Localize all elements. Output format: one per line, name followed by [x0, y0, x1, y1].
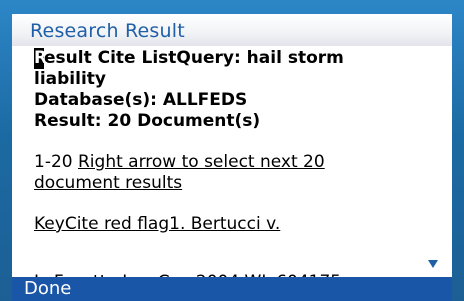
- next-results-link[interactable]: Right arrow to select next 20: [78, 152, 325, 172]
- done-menu-item[interactable]: Done: [12, 277, 452, 301]
- range-prefix: 1-20: [34, 152, 78, 172]
- next-results-link-cont[interactable]: document results: [34, 173, 182, 193]
- range-line-cont: document results: [34, 173, 444, 194]
- result-link[interactable]: KeyCite red flag1. Bertucci v.: [34, 214, 280, 234]
- result-count-line: Result: 20 Document(s): [34, 111, 261, 131]
- device-screen: Research Result Result Cite ListQuery: h…: [12, 14, 452, 301]
- query-text-cont: liability: [34, 69, 106, 89]
- result-content: Result Cite ListQuery: hail storm liabil…: [34, 48, 444, 235]
- range-line: 1-20 Right arrow to select next 20: [34, 152, 444, 173]
- database-line: Database(s): ALLFEDS: [34, 90, 248, 110]
- page-title: Research Result: [30, 20, 185, 42]
- scroll-down-icon: [428, 260, 438, 268]
- query-line: Result Cite ListQuery: hail storm: [34, 48, 444, 69]
- result-item: KeyCite red flag1. Bertucci v.: [34, 214, 444, 235]
- query-text: esult Cite ListQuery: hail storm: [44, 48, 344, 68]
- done-label: Done: [24, 278, 72, 299]
- text-cursor[interactable]: R: [34, 48, 47, 69]
- title-bar: Research Result: [12, 14, 452, 46]
